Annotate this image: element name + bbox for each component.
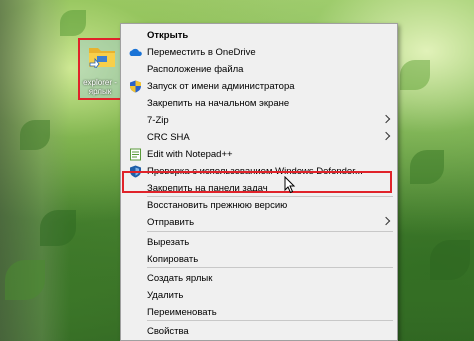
chevron-right-icon	[381, 216, 391, 226]
menu-item-15[interactable]: Создать ярлык	[121, 270, 397, 287]
menu-item-label: Свойства	[147, 326, 189, 337]
menu-item-label: Закрепить на начальном экране	[147, 98, 290, 109]
leaf	[400, 60, 430, 90]
menu-separator	[147, 231, 393, 232]
menu-item-2[interactable]: Переместить в OneDrive	[121, 44, 397, 61]
menu-item-6[interactable]: 7-Zip	[121, 112, 397, 129]
menu-item-label: Расположение файла	[147, 64, 244, 75]
menu-item-label: Запуск от имени администратора	[147, 81, 295, 92]
menu-item-label: Переместить в OneDrive	[147, 47, 256, 58]
menu-item-12[interactable]: Отправить	[121, 214, 397, 231]
leaf	[40, 210, 76, 246]
menu-item-label: Удалить	[147, 290, 184, 301]
highlight-frame	[122, 171, 392, 193]
menu-item-label: Отправить	[147, 217, 195, 228]
menu-item-3[interactable]: Расположение файла	[121, 61, 397, 78]
onedrive-icon	[129, 46, 142, 59]
menu-item-label: Восстановить прежнюю версию	[147, 200, 288, 211]
menu-item-4[interactable]: Запуск от имени администратора	[121, 78, 397, 95]
menu-item-label: Копировать	[147, 254, 199, 265]
menu-item-label: CRC SHA	[147, 132, 190, 143]
menu-item-5[interactable]: Закрепить на начальном экране	[121, 95, 397, 112]
menu-item-label: Вырезать	[147, 237, 190, 248]
menu-item-17[interactable]: Переименовать	[121, 304, 397, 321]
shortcut-label: explorer - ярлык	[83, 78, 117, 96]
menu-item-18[interactable]: Свойства	[121, 323, 397, 340]
uac-shield-icon	[129, 80, 142, 93]
menu-item-11[interactable]: Восстановить прежнюю версию	[121, 197, 397, 214]
folder-icon	[89, 48, 115, 68]
chevron-right-icon	[381, 114, 391, 124]
leaf	[60, 10, 86, 36]
leaf	[20, 120, 50, 150]
menu-item-label: Создать ярлык	[147, 273, 213, 284]
menu-item-14[interactable]: Копировать	[121, 251, 397, 268]
menu-item-label: Открыть	[147, 30, 189, 41]
menu-item-1[interactable]: Открыть	[121, 27, 397, 44]
menu-item-label: 7-Zip	[147, 115, 169, 126]
chevron-right-icon	[381, 131, 391, 141]
menu-item-16[interactable]: Удалить	[121, 287, 397, 304]
notepadpp-icon	[129, 148, 142, 161]
leaf	[410, 150, 444, 184]
menu-item-label: Переименовать	[147, 307, 217, 318]
leaf	[5, 260, 45, 300]
menu-item-label: Edit with Notepad++	[147, 149, 233, 160]
leaf	[430, 240, 470, 280]
menu-item-8[interactable]: Edit with Notepad++	[121, 146, 397, 163]
mouse-cursor-icon	[284, 176, 296, 194]
explorer-shortcut-icon[interactable]: explorer - ярлык	[78, 38, 122, 100]
menu-item-13[interactable]: Вырезать	[121, 234, 397, 251]
menu-item-7[interactable]: CRC SHA	[121, 129, 397, 146]
